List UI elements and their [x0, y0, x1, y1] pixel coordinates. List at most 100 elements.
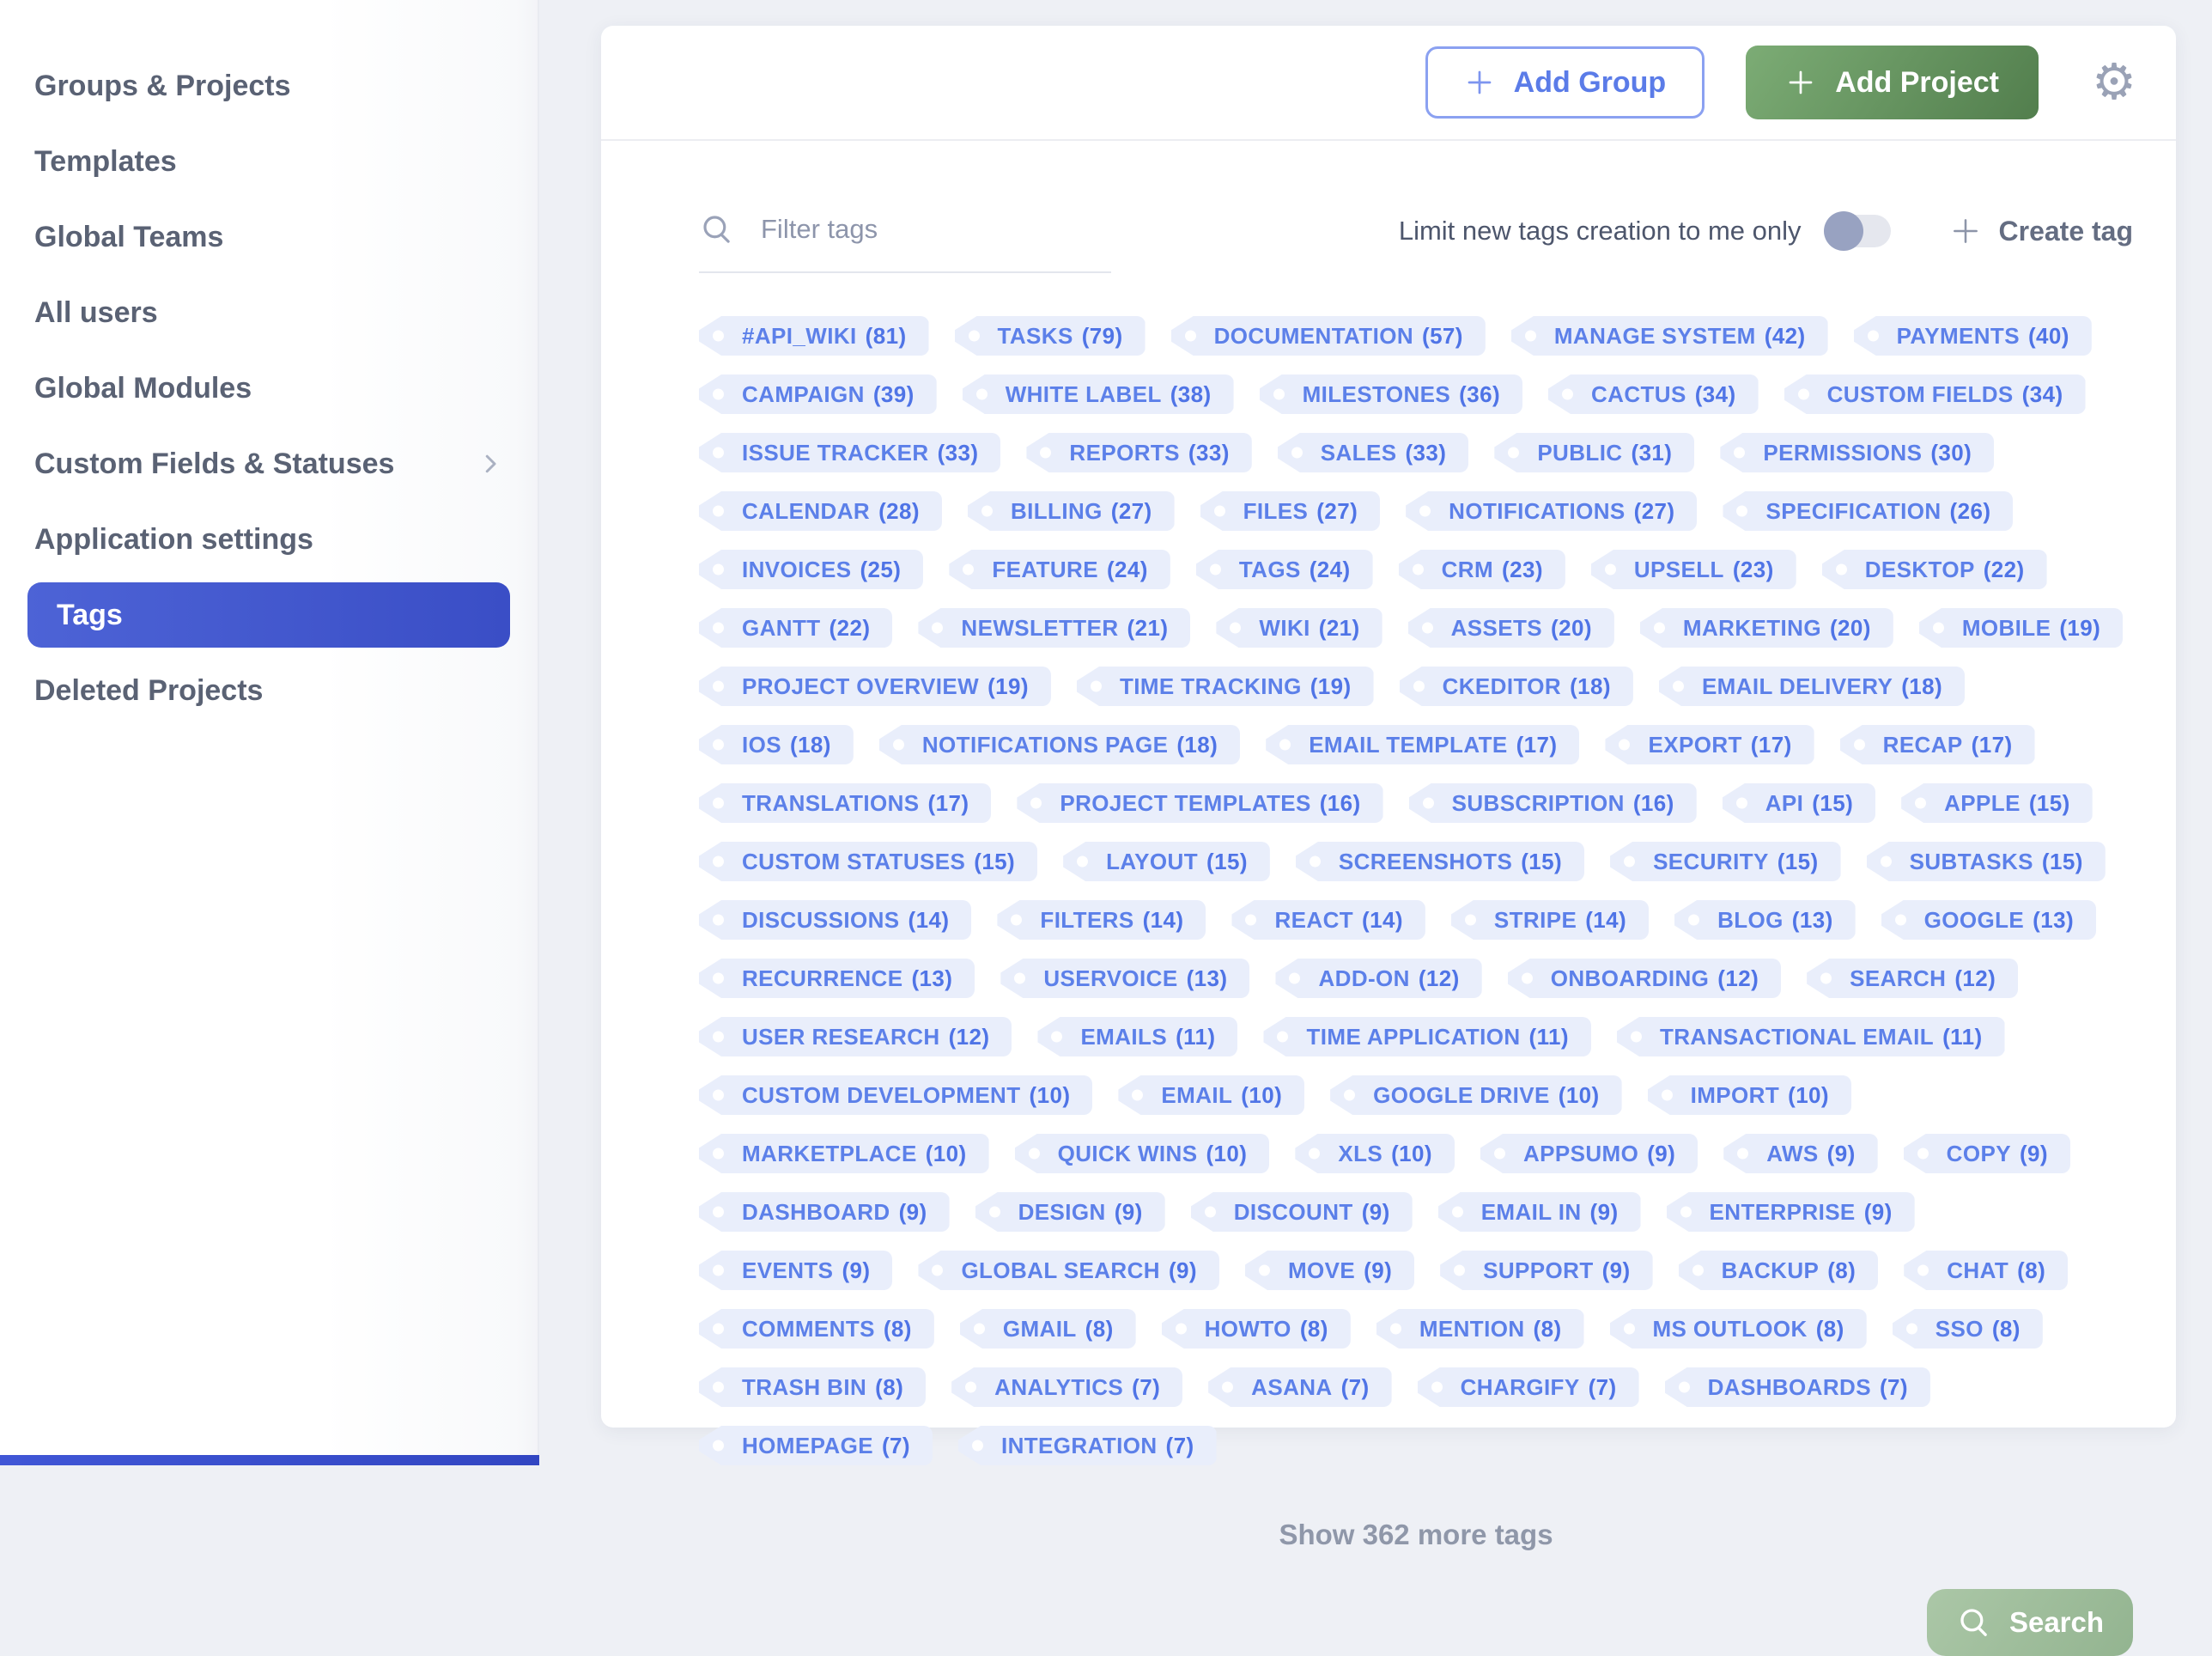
tag-pill[interactable]: TRANSLATIONS 17 — [699, 783, 991, 823]
sidebar-item-templates[interactable]: Templates — [0, 124, 538, 199]
tag-pill[interactable]: BACKUP 8 — [1679, 1251, 1879, 1290]
tag-pill[interactable]: XLS 10 — [1295, 1134, 1455, 1173]
tag-pill[interactable]: GOOGLE DRIVE 10 — [1330, 1075, 1621, 1115]
sidebar-item-groups-projects[interactable]: Groups & Projects — [0, 48, 538, 124]
tag-pill[interactable]: STRIPE 14 — [1451, 900, 1649, 940]
tag-pill[interactable]: GLOBAL SEARCH 9 — [918, 1251, 1219, 1290]
tag-pill[interactable]: GANTT 22 — [699, 608, 892, 648]
sidebar-item-custom-fields-statuses[interactable]: Custom Fields & Statuses — [0, 426, 538, 502]
tag-pill[interactable]: PROJECT TEMPLATES 16 — [1017, 783, 1382, 823]
sidebar-item-application-settings[interactable]: Application settings — [0, 502, 538, 577]
tag-pill[interactable]: DISCUSSIONS 14 — [699, 900, 971, 940]
tag-pill[interactable]: USERVOICE 13 — [1000, 959, 1249, 998]
tag-pill[interactable]: CKEDITOR 18 — [1400, 667, 1633, 706]
tag-pill[interactable]: IMPORT 10 — [1648, 1075, 1851, 1115]
tag-pill[interactable]: GMAIL 8 — [960, 1309, 1136, 1349]
tag-pill[interactable]: DESIGN 9 — [975, 1192, 1165, 1232]
tag-pill[interactable]: ANALYTICS 7 — [951, 1367, 1182, 1407]
tag-pill[interactable]: UPSELL 23 — [1591, 550, 1796, 589]
limit-toggle[interactable] — [1826, 215, 1891, 247]
tag-pill[interactable]: RECURRENCE 13 — [699, 959, 975, 998]
tag-pill[interactable]: HOWTO 8 — [1162, 1309, 1351, 1349]
tag-pill[interactable]: ASSETS 20 — [1408, 608, 1614, 648]
tag-pill[interactable]: CUSTOM FIELDS 34 — [1784, 374, 2086, 414]
tag-pill[interactable]: CHAT 8 — [1904, 1251, 2068, 1290]
tag-pill[interactable]: GOOGLE 13 — [1881, 900, 2096, 940]
tag-pill[interactable]: COMMENTS 8 — [699, 1309, 934, 1349]
tag-pill[interactable]: APPLE 15 — [1901, 783, 2093, 823]
tag-pill[interactable]: PERMISSIONS 30 — [1720, 433, 1994, 472]
tag-pill[interactable]: MILESTONES 36 — [1260, 374, 1522, 414]
tag-pill[interactable]: MOBILE 19 — [1919, 608, 2123, 648]
tag-pill[interactable]: SCREENSHOTS 15 — [1296, 842, 1584, 881]
tag-pill[interactable]: EXPORT 17 — [1605, 725, 1814, 764]
tag-pill[interactable]: APPSUMO 9 — [1480, 1134, 1698, 1173]
tag-pill[interactable]: FILTERS 14 — [997, 900, 1206, 940]
tag-pill[interactable]: #API_WIKI 81 — [699, 316, 929, 356]
sidebar-item-global-teams[interactable]: Global Teams — [0, 199, 538, 275]
tag-pill[interactable]: TRASH BIN 8 — [699, 1367, 926, 1407]
tag-pill[interactable]: MARKETPLACE 10 — [699, 1134, 989, 1173]
tag-pill[interactable]: BILLING 27 — [968, 491, 1175, 531]
tag-pill[interactable]: NOTIFICATIONS PAGE 18 — [879, 725, 1240, 764]
tag-pill[interactable]: MOVE 9 — [1245, 1251, 1414, 1290]
tag-pill[interactable]: SUBSCRIPTION 16 — [1409, 783, 1697, 823]
tag-pill[interactable]: DISCOUNT 9 — [1191, 1192, 1413, 1232]
gear-icon[interactable]: ⚙︎ — [2092, 58, 2136, 107]
tag-pill[interactable]: TAGS 24 — [1196, 550, 1373, 589]
tag-pill[interactable]: CUSTOM DEVELOPMENT 10 — [699, 1075, 1092, 1115]
tag-pill[interactable]: SUPPORT 9 — [1440, 1251, 1652, 1290]
tag-pill[interactable]: BLOG 13 — [1674, 900, 1856, 940]
tag-pill[interactable]: QUICK WINS 10 — [1015, 1134, 1270, 1173]
tag-pill[interactable]: CALENDAR 28 — [699, 491, 942, 531]
sidebar-item-deleted-projects[interactable]: Deleted Projects — [0, 653, 538, 728]
tag-pill[interactable]: MARKETING 20 — [1640, 608, 1893, 648]
tag-pill[interactable]: NOTIFICATIONS 27 — [1406, 491, 1697, 531]
sidebar-item-global-modules[interactable]: Global Modules — [0, 350, 538, 426]
tag-pill[interactable]: EMAILS 11 — [1037, 1017, 1237, 1056]
tag-pill[interactable]: EMAIL 10 — [1118, 1075, 1304, 1115]
tag-pill[interactable]: IOS 18 — [699, 725, 854, 764]
tag-pill[interactable]: PROJECT OVERVIEW 19 — [699, 667, 1051, 706]
tag-pill[interactable]: SALES 33 — [1278, 433, 1469, 472]
sidebar-item-tags[interactable]: Tags — [27, 582, 510, 648]
tag-pill[interactable]: CHARGIFY 7 — [1418, 1367, 1639, 1407]
tag-pill[interactable]: SPECIFICATION 26 — [1723, 491, 2013, 531]
tag-pill[interactable]: EMAIL TEMPLATE 17 — [1266, 725, 1579, 764]
tag-pill[interactable]: LAYOUT 15 — [1063, 842, 1270, 881]
tag-pill[interactable]: USER RESEARCH 12 — [699, 1017, 1012, 1056]
tag-pill[interactable]: PAYMENTS 40 — [1854, 316, 2092, 356]
tag-pill[interactable]: INVOICES 25 — [699, 550, 923, 589]
tag-pill[interactable]: CACTUS 34 — [1548, 374, 1759, 414]
tag-pill[interactable]: INTEGRATION 7 — [958, 1426, 1217, 1465]
tag-pill[interactable]: TRANSACTIONAL EMAIL 11 — [1617, 1017, 2005, 1056]
tag-pill[interactable]: AWS 9 — [1723, 1134, 1877, 1173]
tag-pill[interactable]: MS OUTLOOK 8 — [1610, 1309, 1867, 1349]
show-more-tags-link[interactable]: Show 362 more tags — [699, 1519, 2133, 1551]
sidebar-item-all-users[interactable]: All users — [0, 275, 538, 350]
tag-pill[interactable]: WIKI 21 — [1216, 608, 1382, 648]
tag-pill[interactable]: CAMPAIGN 39 — [699, 374, 937, 414]
tag-pill[interactable]: MANAGE SYSTEM 42 — [1511, 316, 1828, 356]
tag-pill[interactable]: API 15 — [1723, 783, 1875, 823]
tag-pill[interactable]: RECAP 17 — [1840, 725, 2035, 764]
tag-pill[interactable]: DASHBOARDS 7 — [1665, 1367, 1930, 1407]
add-project-button[interactable]: Add Project — [1746, 46, 2039, 119]
tag-pill[interactable]: DESKTOP 22 — [1822, 550, 2047, 589]
tag-pill[interactable]: EMAIL DELIVERY 18 — [1659, 667, 1965, 706]
tag-pill[interactable]: DOCUMENTATION 57 — [1171, 316, 1486, 356]
create-tag-button[interactable]: Create tag — [1949, 215, 2134, 247]
tag-pill[interactable]: CRM 23 — [1399, 550, 1565, 589]
tag-pill[interactable]: TIME APPLICATION 11 — [1263, 1017, 1590, 1056]
tag-pill[interactable]: EMAIL IN 9 — [1438, 1192, 1641, 1232]
tag-pill[interactable]: FEATURE 24 — [949, 550, 1170, 589]
tag-pill[interactable]: TIME TRACKING 19 — [1077, 667, 1374, 706]
tag-pill[interactable]: SUBTASKS 15 — [1867, 842, 2106, 881]
filter-tags-input[interactable]: Filter tags — [699, 211, 1111, 273]
tag-pill[interactable]: NEWSLETTER 21 — [918, 608, 1190, 648]
tag-pill[interactable]: TASKS 79 — [955, 316, 1146, 356]
tag-pill[interactable]: PUBLIC 31 — [1494, 433, 1694, 472]
tag-pill[interactable]: EVENTS 9 — [699, 1251, 892, 1290]
tag-pill[interactable]: SEARCH 12 — [1807, 959, 2018, 998]
tag-pill[interactable]: ASANA 7 — [1208, 1367, 1391, 1407]
